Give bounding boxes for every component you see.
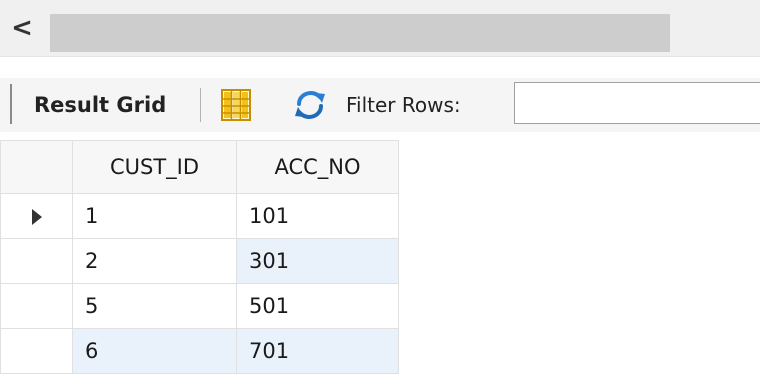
cell-cust-id[interactable]: 1 xyxy=(72,193,237,239)
table-row[interactable]: 5 501 xyxy=(0,283,399,329)
column-header-cust-id[interactable]: CUST_ID xyxy=(72,140,237,194)
filter-rows-label: Filter Rows: xyxy=(346,93,461,117)
table-row[interactable]: 1 101 xyxy=(0,193,399,239)
current-row-arrow-icon xyxy=(31,209,42,225)
cell-acc-no[interactable]: 501 xyxy=(236,283,399,329)
refresh-icon[interactable] xyxy=(294,90,326,120)
cell-cust-id[interactable]: 6 xyxy=(72,328,237,374)
cell-cust-id[interactable]: 5 xyxy=(72,283,237,329)
toolbar-grip xyxy=(10,84,12,124)
horizontal-scrollbar[interactable]: < xyxy=(0,0,760,57)
result-grid-tab[interactable]: Result Grid xyxy=(34,88,166,122)
cell-cust-id[interactable]: 2 xyxy=(72,238,237,284)
form-grid-icon[interactable] xyxy=(220,88,252,122)
cell-acc-no[interactable]: 301 xyxy=(236,238,399,284)
scroll-left-arrow[interactable]: < xyxy=(10,14,34,42)
cell-acc-no[interactable]: 101 xyxy=(236,193,399,239)
row-selector[interactable] xyxy=(0,238,73,284)
filter-rows-input[interactable] xyxy=(514,82,760,124)
row-selector[interactable] xyxy=(0,283,73,329)
result-grid-toolbar: Result Grid Filter Rows: xyxy=(0,78,760,132)
row-selector[interactable] xyxy=(0,328,73,374)
column-header-acc-no[interactable]: ACC_NO xyxy=(236,140,399,194)
scroll-thumb[interactable] xyxy=(50,14,670,52)
cell-acc-no[interactable]: 701 xyxy=(236,328,399,374)
table-row[interactable]: 2 301 xyxy=(0,238,399,284)
row-gutter-header xyxy=(0,140,73,194)
table-row[interactable]: 6 701 xyxy=(0,328,399,374)
toolbar-separator xyxy=(200,88,201,122)
header-row: CUST_ID ACC_NO xyxy=(0,140,399,194)
row-selector[interactable] xyxy=(0,193,73,239)
result-grid-table: CUST_ID ACC_NO 1 101 2 301 5 501 6 701 xyxy=(0,140,399,374)
